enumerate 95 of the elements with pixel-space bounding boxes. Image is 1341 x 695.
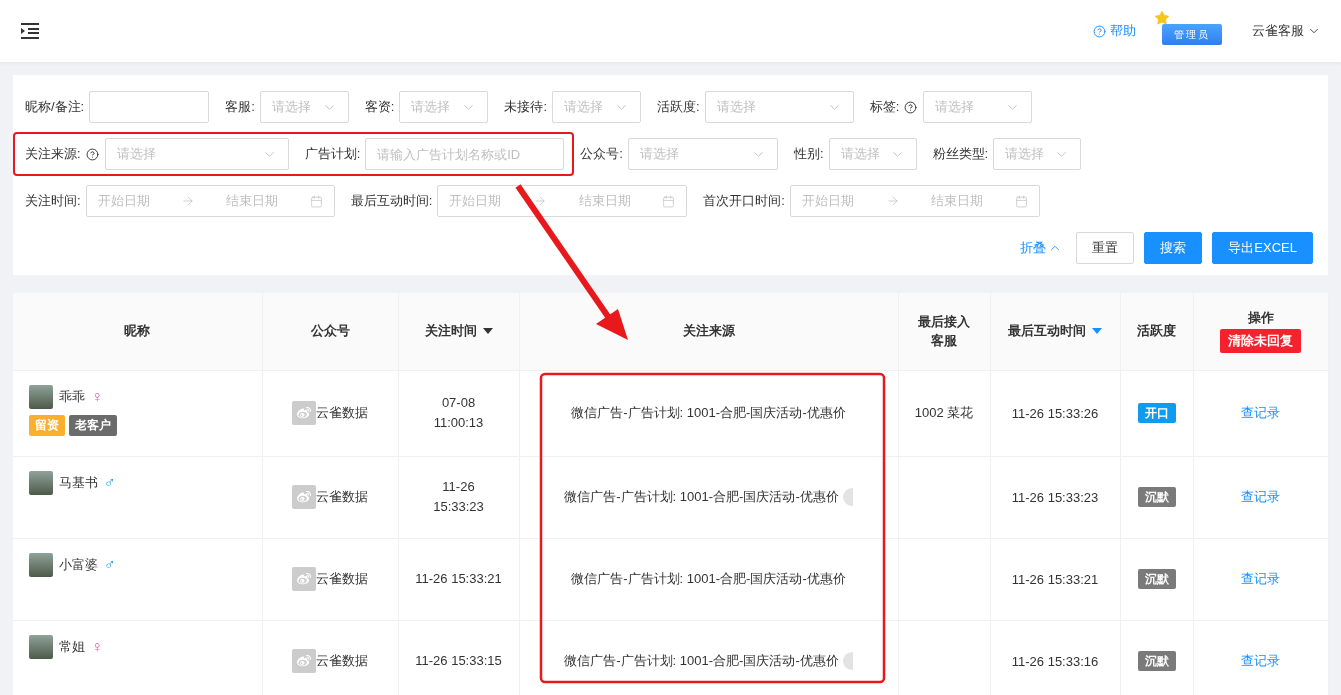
view-records-link[interactable]: 查记录 xyxy=(1241,405,1280,420)
activity-tag: 沉默 xyxy=(1137,486,1176,507)
last-interaction-time: 11-26 15:33:21 xyxy=(1011,571,1099,587)
gender-sign: ♂ xyxy=(104,556,116,573)
sort-caret-icon[interactable] xyxy=(482,328,493,335)
photo-placeholder xyxy=(29,552,53,577)
gender-sign: ♂ xyxy=(104,474,116,491)
account-name: 云雀数据 xyxy=(316,570,368,588)
last-interaction-time: 11-26 15:33:16 xyxy=(1011,653,1099,669)
follow-source: 微信广告-广告计划: 1001-合肥-国庆活动-优惠价 xyxy=(564,488,839,506)
account-name: 云雀数据 xyxy=(316,404,368,422)
last-interaction-time: 11-26 15:33:23 xyxy=(1011,489,1099,505)
select-field[interactable]: 请选择 xyxy=(993,138,1082,170)
follow-time: 11-26 15:33:23 xyxy=(433,478,484,514)
nickname: 乖乖 xyxy=(59,387,85,406)
account-logo-icon xyxy=(292,567,316,591)
calendar-icon xyxy=(662,194,676,208)
filter-label: 昵称/备注: xyxy=(25,98,85,116)
select-field[interactable]: 请选择 xyxy=(704,91,854,123)
nickname: 小富婆 xyxy=(59,555,98,574)
account-logo-icon xyxy=(292,401,316,425)
filter-label: 活跃度: xyxy=(657,98,700,116)
filter-label: 性别: xyxy=(793,145,824,163)
follow-source: 微信广告-广告计划: 1001-合肥-国庆活动-优惠价 xyxy=(564,652,839,670)
select-field[interactable]: 请选择 xyxy=(552,91,642,123)
agent-name: 1002 菜花 xyxy=(914,405,974,420)
follow-source: 微信广告-广告计划: 1001-合肥-国庆活动-优惠价 xyxy=(571,570,846,588)
arrow-right-icon xyxy=(180,194,195,208)
star-icon xyxy=(1154,9,1170,26)
filter-label: 最后互动时间: xyxy=(350,192,433,210)
search-button[interactable]: 搜索 xyxy=(1144,232,1203,264)
column-header[interactable]: 关注时间 xyxy=(424,322,477,341)
nickname: 马基书 xyxy=(59,473,98,492)
filter-label: 公众号: xyxy=(580,145,623,163)
filter-label: 粉丝类型: xyxy=(932,145,989,163)
account-logo-icon xyxy=(292,485,316,509)
filter-label: 关注来源: xyxy=(25,145,81,163)
photo-placeholder xyxy=(29,384,53,409)
follow-time: 11-26 15:33:15 xyxy=(415,652,502,668)
follow-time: 11-26 15:33:21 xyxy=(415,570,502,586)
select-field[interactable]: 请选择 xyxy=(627,138,778,170)
column-header: 公众号 xyxy=(310,322,350,341)
help-link[interactable]: 帮助 xyxy=(1093,22,1136,40)
view-records-link[interactable]: 查记录 xyxy=(1241,653,1280,668)
filter-label: 未接待: xyxy=(504,98,548,116)
photo-placeholder xyxy=(29,470,53,495)
text-field[interactable] xyxy=(89,91,210,123)
user-menu[interactable]: 云雀客服 xyxy=(1252,22,1321,40)
text-field[interactable]: 请输入广告计划名称或ID xyxy=(365,138,565,170)
select-field[interactable]: 请选择 xyxy=(828,138,917,170)
account-name: 云雀数据 xyxy=(316,652,368,670)
clear-unreplied-button[interactable]: 清除未回复 xyxy=(1220,329,1301,354)
filter-label: 首次开口时间: xyxy=(703,192,785,210)
gender-sign: ♀ xyxy=(91,638,103,655)
gender-sign: ♀ xyxy=(91,388,103,405)
collapse-link[interactable]: 折叠 xyxy=(1020,239,1063,257)
column-header: 最后接入客服 xyxy=(917,312,971,351)
reset-button[interactable]: 重置 xyxy=(1076,232,1135,264)
activity-tag: 沉默 xyxy=(1137,568,1176,589)
filter-label: 关注时间: xyxy=(25,192,81,210)
menu-icon[interactable] xyxy=(20,23,40,39)
view-records-link[interactable]: 查记录 xyxy=(1241,571,1280,586)
select-field[interactable]: 请选择 xyxy=(923,91,1033,123)
calendar-icon xyxy=(1014,194,1028,208)
column-header[interactable]: 最后互动时间 xyxy=(1008,322,1086,341)
last-interaction-time: 11-26 15:33:26 xyxy=(1011,405,1099,421)
follow-source: 微信广告-广告计划: 1001-合肥-国庆活动-优惠价 xyxy=(571,404,846,422)
follow-time: 07-08 11:00:13 xyxy=(433,394,484,430)
arrow-right-icon xyxy=(532,194,547,208)
select-field[interactable]: 请选择 xyxy=(259,91,349,123)
filter-label: 广告计划: xyxy=(304,145,361,163)
view-records-link[interactable]: 查记录 xyxy=(1241,489,1280,504)
column-header: 操作 xyxy=(1247,309,1274,328)
date-range-field[interactable]: 开始日期 结束日期 xyxy=(789,185,1040,217)
column-header: 活跃度 xyxy=(1137,322,1176,341)
date-range-field[interactable]: 开始日期 结束日期 xyxy=(85,185,335,217)
activity-tag: 沉默 xyxy=(1137,650,1176,671)
help-icon xyxy=(1093,24,1106,38)
calendar-icon xyxy=(309,194,323,208)
photo-placeholder xyxy=(29,634,53,659)
filter-label: 客服: xyxy=(225,98,255,116)
account-name: 云雀数据 xyxy=(316,488,368,506)
customer-tag: 留资 xyxy=(29,414,65,436)
date-range-field[interactable]: 开始日期 结束日期 xyxy=(437,185,688,217)
activity-tag: 开口 xyxy=(1137,402,1176,423)
nickname: 常姐 xyxy=(59,637,85,656)
export-button[interactable]: 导出EXCEL xyxy=(1212,232,1313,264)
column-header: 关注来源 xyxy=(682,322,735,341)
customer-tag: 老客户 xyxy=(69,414,117,436)
filter-label: 客资: xyxy=(364,98,395,116)
column-header: 昵称 xyxy=(124,322,151,341)
select-field[interactable]: 请选择 xyxy=(104,138,289,170)
select-field[interactable]: 请选择 xyxy=(399,91,489,123)
account-logo-icon xyxy=(292,649,316,673)
filter-label: 标签: xyxy=(869,98,900,116)
